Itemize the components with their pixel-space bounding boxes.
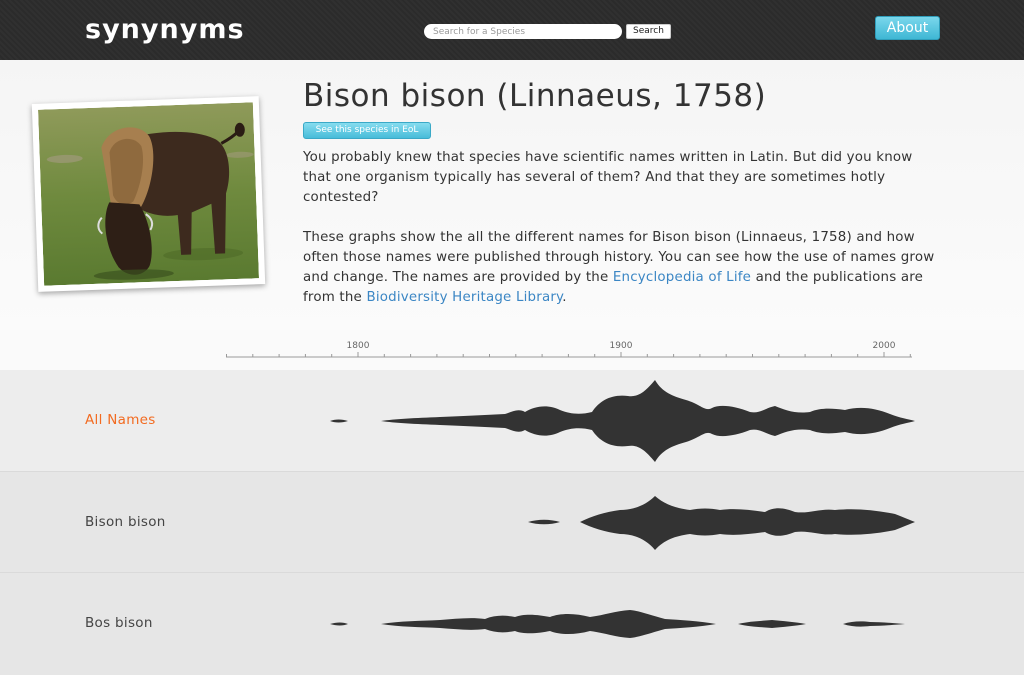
eol-button[interactable]: See this species in EoL [303,122,431,139]
row-bison-bison[interactable]: Bison bison [0,471,1024,572]
encyclopedia-of-life-link[interactable]: Encyclopedia of Life [613,270,751,285]
site-logo[interactable]: synynyms [85,13,245,47]
row-bos-bison[interactable]: Bos bison [0,572,1024,675]
stream-graph-all-names [330,380,915,462]
stream-graph-bison-bison [528,496,915,550]
biodiversity-heritage-library-link[interactable]: Biodiversity Heritage Library [366,290,562,305]
tick-label-2000: 2000 [873,341,896,351]
timeline-axis: 1800 1900 2000 [226,341,912,358]
search-button[interactable]: Search [626,24,671,39]
species-photo [31,96,266,292]
tick-label-1900: 1900 [610,341,633,351]
description-paragraph: These graphs show the all the different … [303,230,935,305]
bison-illustration [37,102,260,286]
search-input[interactable] [424,24,622,39]
stream-graph-bos-bison [330,610,905,638]
top-bar: synynyms Search About [0,0,1024,60]
species-title: Bison bison (Linnaeus, 1758) [303,78,767,114]
tick-label-1800: 1800 [347,341,370,351]
row-all-names[interactable]: All Names [0,370,1024,471]
about-button[interactable]: About [875,16,940,40]
intro-paragraph: You probably knew that species have scie… [303,150,913,205]
